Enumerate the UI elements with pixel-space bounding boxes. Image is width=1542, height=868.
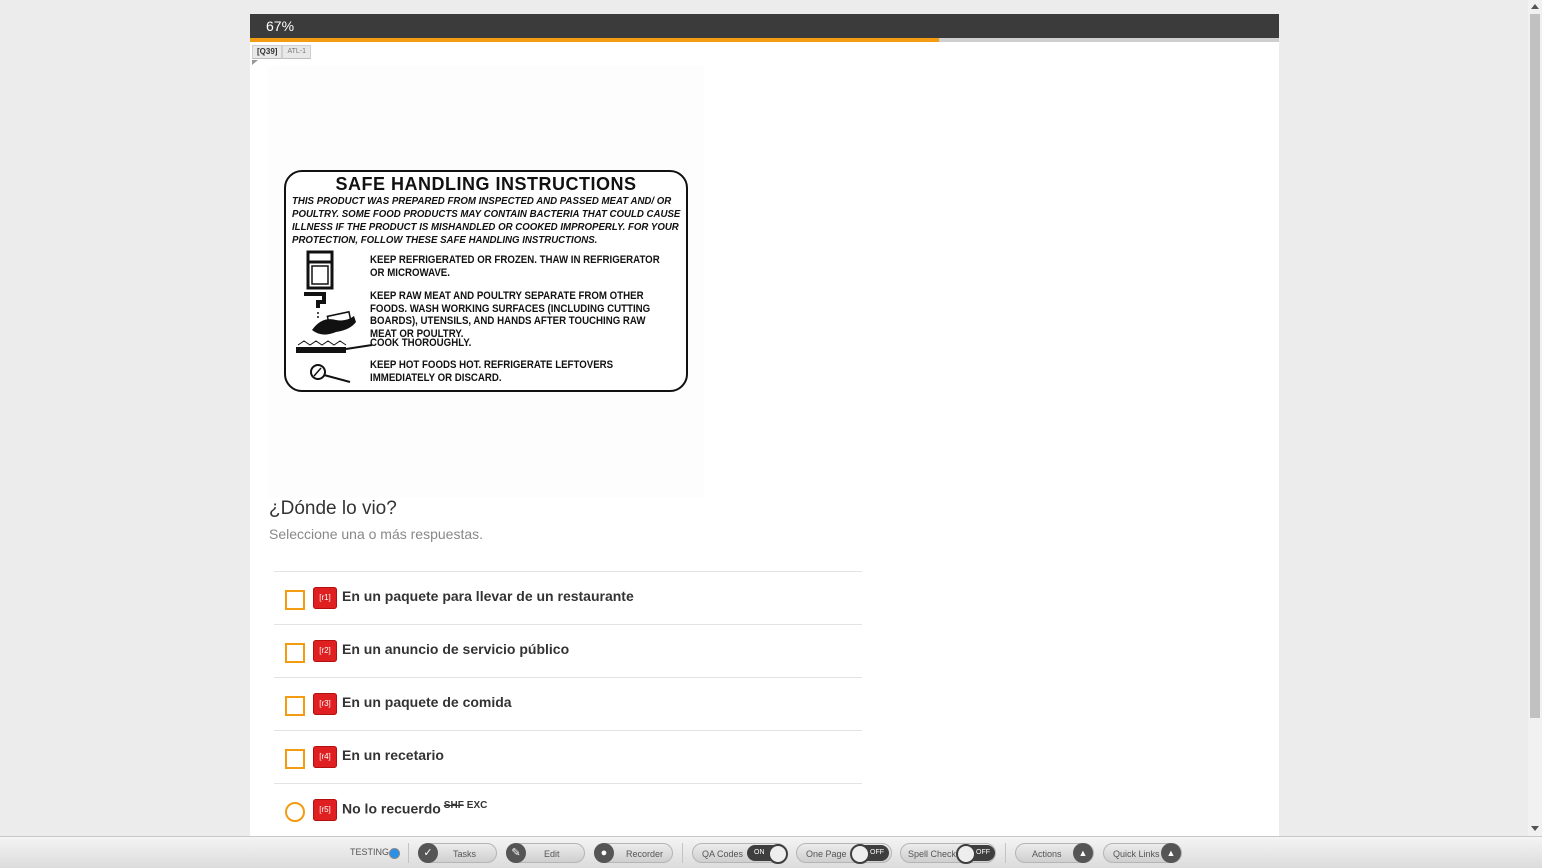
cooking-pan-icon: [296, 340, 373, 353]
rule-hot-foods: KEEP HOT FOODS HOT. REFRIGERATE LEFTOVER…: [370, 359, 614, 384]
spell-check-switch[interactable]: OFF: [956, 844, 995, 864]
thermometer-icon: [310, 364, 351, 383]
rule-separate: KEEP RAW MEAT AND POULTRY SEPARATE FROM …: [370, 290, 651, 340]
answer-code-badge: [r4]: [313, 746, 337, 768]
tasks-button[interactable]: ✓ Tasks: [418, 843, 497, 863]
one-page-switch[interactable]: OFF: [850, 844, 889, 864]
check-icon: ✓: [418, 843, 438, 863]
answer-label[interactable]: En un paquete para llevar de un restaura…: [342, 588, 634, 604]
question-atl-tag[interactable]: ATL-1: [282, 45, 311, 59]
answer-label-text: No lo recuerdo: [342, 800, 441, 817]
scroll-up-arrow[interactable]: [1531, 4, 1539, 9]
answer-checkbox[interactable]: [285, 749, 305, 769]
toolbar-separator: [408, 843, 409, 863]
recorder-label: Recorder: [626, 849, 664, 859]
question-tags: [Q39] ATL-1: [252, 45, 311, 59]
answer-label[interactable]: En un anuncio de servicio público: [342, 641, 569, 657]
answer-checkbox[interactable]: [285, 696, 305, 716]
scroll-down-arrow[interactable]: [1531, 826, 1539, 831]
answer-radio[interactable]: [285, 802, 305, 822]
quick-links-label: Quick Links: [1113, 849, 1160, 859]
qa-codes-switch[interactable]: ON: [747, 844, 788, 864]
one-page-state: OFF: [870, 849, 884, 856]
answer-label[interactable]: En un recetario: [342, 747, 444, 763]
edit-button[interactable]: ✎ Edit: [506, 843, 585, 863]
qa-codes-label: QA Codes: [702, 849, 744, 859]
answer-code-badge: [r2]: [313, 640, 337, 662]
spell-check-label: Spell Check: [908, 849, 957, 859]
shf-tag: SHF: [443, 800, 464, 811]
answer-code-badge: [r1]: [313, 587, 337, 609]
toggle-knob: [850, 844, 870, 864]
progress-percent: 67%: [266, 18, 295, 34]
recorder-button[interactable]: ● Recorder: [594, 843, 673, 863]
progress-header: 67%: [250, 14, 1279, 38]
survey-page: 67% [Q39] ATL-1 SAFE HANDLING INSTRUCTIO…: [250, 14, 1279, 836]
triangle-up-icon: ▲: [1073, 843, 1093, 863]
toggle-knob: [956, 844, 976, 864]
answer-list: [r1] En un paquete para llevar de un res…: [274, 571, 862, 836]
qa-codes-toggle[interactable]: QA Codes ON: [692, 843, 788, 864]
progress-bar: [250, 38, 1279, 42]
actions-label: Actions: [1032, 849, 1062, 859]
refrigerator-icon: [306, 250, 334, 290]
answer-row-r5[interactable]: [r5] No lo recuerdo SHF EXC: [274, 783, 862, 836]
question-image: SAFE HANDLING INSTRUCTIONS THIS PRODUCT …: [268, 66, 704, 498]
answer-row-r1[interactable]: [r1] En un paquete para llevar de un res…: [274, 571, 862, 624]
quick-links-button[interactable]: Quick Links ▲: [1103, 843, 1182, 863]
answer-row-r3[interactable]: [r3] En un paquete de comida: [274, 677, 862, 730]
one-page-toggle[interactable]: One Page OFF: [796, 843, 892, 864]
label-title: SAFE HANDLING INSTRUCTIONS: [335, 174, 637, 194]
spell-check-toggle[interactable]: Spell Check OFF: [900, 843, 996, 864]
toolbar-separator: [682, 843, 683, 863]
label-intro: THIS PRODUCT WAS PREPARED FROM INSPECTED…: [292, 195, 681, 246]
question-instruction: Seleccione una o más respuestas.: [269, 526, 484, 542]
toggle-knob: [768, 844, 788, 864]
edit-label: Edit: [544, 849, 560, 859]
safe-handling-label: SAFE HANDLING INSTRUCTIONS THIS PRODUCT …: [284, 170, 688, 392]
answer-code-badge: [r3]: [313, 693, 337, 715]
answer-row-r2[interactable]: [r2] En un anuncio de servicio público: [274, 624, 862, 677]
answer-checkbox[interactable]: [285, 590, 305, 610]
answer-checkbox[interactable]: [285, 643, 305, 663]
answer-label[interactable]: En un paquete de comida: [342, 694, 512, 710]
toolbar-separator: [1005, 843, 1006, 863]
testing-status-dot: [389, 848, 400, 859]
recorder-icon: ●: [594, 843, 614, 863]
tasks-label: Tasks: [453, 849, 477, 859]
question-text: ¿Dónde lo vio?: [269, 498, 397, 519]
question-block: ¿Dónde lo vio? Seleccione una o más resp…: [269, 498, 483, 542]
spell-check-state: OFF: [976, 849, 990, 856]
progress-bar-fill: [250, 38, 940, 42]
vertical-scrollbar[interactable]: [1528, 0, 1542, 836]
edit-icon: ✎: [506, 843, 526, 863]
qa-codes-state: ON: [754, 849, 765, 856]
exc-tag: EXC: [466, 800, 488, 811]
scrollbar-thumb[interactable]: [1530, 14, 1540, 718]
toolbar-footer: TESTING ✓ Tasks ✎ Edit ● Recorder QA Cod…: [0, 836, 1542, 868]
answer-row-r4[interactable]: [r4] En un recetario: [274, 730, 862, 783]
triangle-up-icon: ▲: [1161, 843, 1181, 863]
faucet-hands-icon: [304, 292, 356, 335]
question-id-tag[interactable]: [Q39]: [252, 45, 283, 59]
corner-marker: [252, 60, 258, 65]
rule-refrigerate: KEEP REFRIGERATED OR FROZEN. THAW IN REF…: [370, 254, 660, 279]
rule-cook: COOK THOROUGHLY.: [370, 337, 472, 349]
answer-code-badge: [r5]: [313, 799, 337, 821]
actions-button[interactable]: Actions ▲: [1015, 843, 1094, 863]
testing-label: TESTING: [350, 847, 390, 857]
one-page-label: One Page: [806, 849, 847, 859]
answer-label-exclusive[interactable]: No lo recuerdo SHF EXC: [342, 800, 487, 817]
